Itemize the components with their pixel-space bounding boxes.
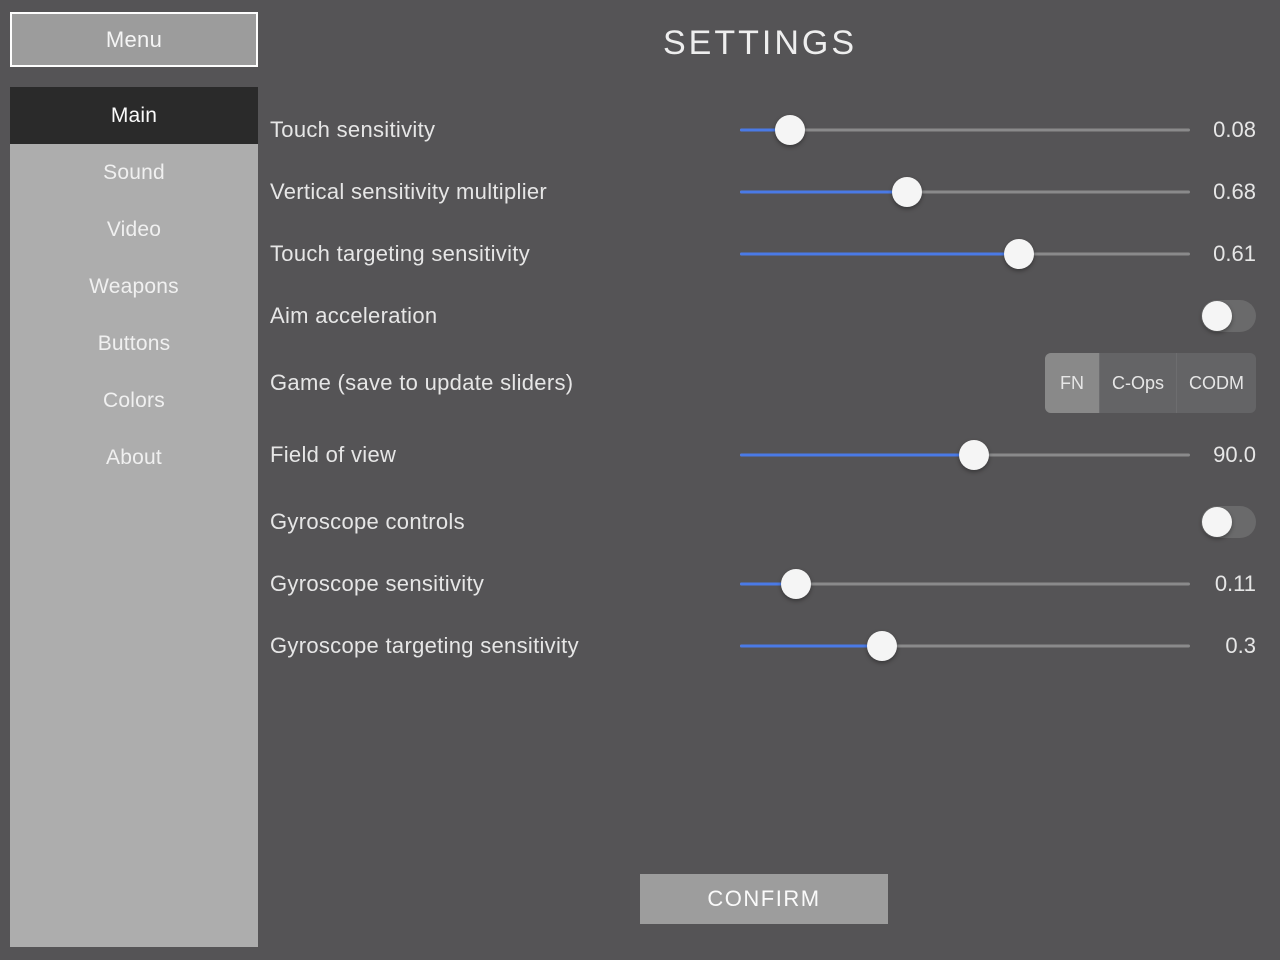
- value-vertical-multiplier: 0.68: [1198, 179, 1258, 205]
- row-gyro-sensitivity: Gyroscope sensitivity 0.11: [270, 553, 1260, 615]
- row-field-of-view: Field of view 90.0: [270, 419, 1260, 491]
- menu-button-label: Menu: [106, 27, 162, 53]
- nav-list: Main Sound Video Weapons Buttons Colors …: [10, 87, 258, 947]
- toggle-thumb: [1202, 301, 1232, 331]
- sidebar-item-weapons[interactable]: Weapons: [10, 258, 258, 315]
- row-aim-acceleration: Aim acceleration: [270, 285, 1260, 347]
- sidebar-item-label: Colors: [103, 389, 165, 413]
- seg-option-label: CODM: [1189, 373, 1244, 394]
- seg-option-fn[interactable]: FN: [1045, 353, 1099, 413]
- sidebar-item-label: Sound: [103, 161, 165, 185]
- sidebar: Menu Main Sound Video Weapons Buttons Co…: [10, 12, 258, 947]
- label-aim-acceleration: Aim acceleration: [270, 303, 740, 329]
- slider-touch-targeting[interactable]: [740, 239, 1190, 269]
- sidebar-item-label: Video: [107, 218, 161, 242]
- slider-touch-sensitivity[interactable]: [740, 115, 1190, 145]
- sidebar-item-main[interactable]: Main: [10, 87, 258, 144]
- sidebar-item-label: Weapons: [89, 275, 179, 299]
- confirm-button[interactable]: CONFIRM: [640, 874, 888, 924]
- row-gyro-controls: Gyroscope controls: [270, 491, 1260, 553]
- label-gyro-targeting: Gyroscope targeting sensitivity: [270, 633, 740, 659]
- sidebar-item-label: About: [106, 446, 162, 470]
- label-game-mode: Game (save to update sliders): [270, 370, 740, 396]
- row-touch-sensitivity: Touch sensitivity 0.08: [270, 99, 1260, 161]
- toggle-gyro-controls[interactable]: [1201, 506, 1256, 538]
- seg-option-cops[interactable]: C-Ops: [1099, 353, 1176, 413]
- value-gyro-targeting: 0.3: [1198, 633, 1258, 659]
- slider-vertical-multiplier[interactable]: [740, 177, 1190, 207]
- label-touch-targeting: Touch targeting sensitivity: [270, 241, 740, 267]
- label-gyro-controls: Gyroscope controls: [270, 509, 740, 535]
- page-title: SETTINGS: [270, 24, 1250, 63]
- sidebar-item-buttons[interactable]: Buttons: [10, 315, 258, 372]
- label-gyro-sensitivity: Gyroscope sensitivity: [270, 571, 740, 597]
- label-touch-sensitivity: Touch sensitivity: [270, 117, 740, 143]
- menu-button[interactable]: Menu: [10, 12, 258, 67]
- value-touch-sensitivity: 0.08: [1198, 117, 1258, 143]
- row-gyro-targeting: Gyroscope targeting sensitivity 0.3: [270, 615, 1260, 677]
- seg-option-codm[interactable]: CODM: [1176, 353, 1256, 413]
- sidebar-item-sound[interactable]: Sound: [10, 144, 258, 201]
- slider-gyro-sensitivity[interactable]: [740, 569, 1190, 599]
- row-game-mode: Game (save to update sliders) FN C-Ops C…: [270, 347, 1260, 419]
- seg-option-label: FN: [1060, 373, 1084, 394]
- slider-gyro-targeting[interactable]: [740, 631, 1190, 661]
- sidebar-item-label: Buttons: [98, 332, 171, 356]
- sidebar-item-video[interactable]: Video: [10, 201, 258, 258]
- toggle-aim-acceleration[interactable]: [1201, 300, 1256, 332]
- segmented-game-mode: FN C-Ops CODM: [1045, 353, 1256, 413]
- row-vertical-multiplier: Vertical sensitivity multiplier 0.68: [270, 161, 1260, 223]
- slider-field-of-view[interactable]: [740, 440, 1190, 470]
- value-gyro-sensitivity: 0.11: [1198, 571, 1258, 597]
- main-panel: SETTINGS Touch sensitivity 0.08 Vertical…: [270, 24, 1260, 677]
- sidebar-item-label: Main: [111, 104, 157, 128]
- value-field-of-view: 90.0: [1198, 442, 1258, 468]
- sidebar-item-about[interactable]: About: [10, 429, 258, 486]
- seg-option-label: C-Ops: [1112, 373, 1164, 394]
- confirm-button-label: CONFIRM: [707, 886, 820, 912]
- value-touch-targeting: 0.61: [1198, 241, 1258, 267]
- sidebar-item-colors[interactable]: Colors: [10, 372, 258, 429]
- toggle-thumb: [1202, 507, 1232, 537]
- label-field-of-view: Field of view: [270, 442, 740, 468]
- label-vertical-multiplier: Vertical sensitivity multiplier: [270, 179, 740, 205]
- row-touch-targeting: Touch targeting sensitivity 0.61: [270, 223, 1260, 285]
